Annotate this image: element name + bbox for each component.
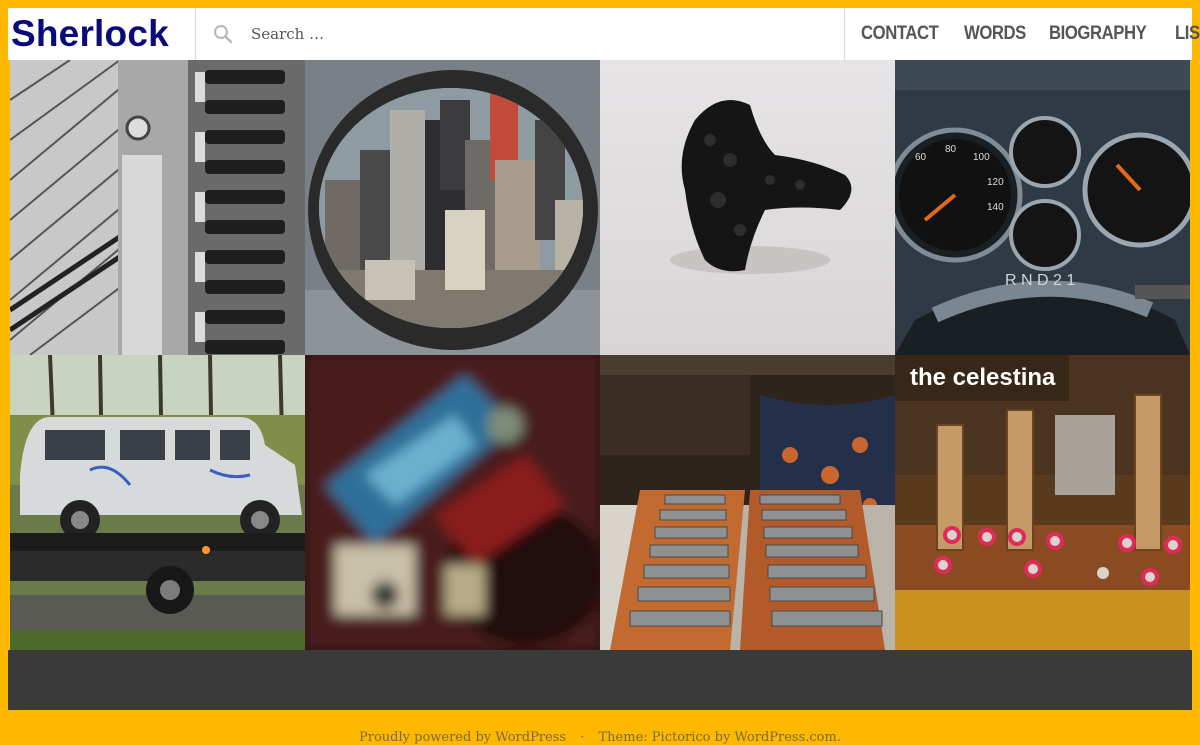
svg-text:60: 60	[915, 152, 927, 163]
search-input[interactable]	[249, 24, 813, 44]
search-icon[interactable]	[213, 24, 233, 44]
theme-credit-link[interactable]: Theme: Pictorico by WordPress.com.	[599, 730, 841, 745]
gallery-tile-city-porthole[interactable]	[305, 60, 600, 355]
svg-text:R N D 2 1: R N D 2 1	[1005, 272, 1075, 289]
gallery-tile-dashboard[interactable]: 60 80 100 120 140 R N D 2 1	[895, 60, 1190, 355]
svg-text:140: 140	[987, 202, 1004, 213]
svg-text:80: 80	[945, 144, 957, 155]
gallery-tile-celestina[interactable]: the celestina	[895, 355, 1190, 650]
site-footer: Proudly powered by WordPress · Theme: Pi…	[8, 730, 1192, 745]
site-branding: Sherlock	[8, 8, 196, 60]
gallery-grid: 60 80 100 120 140 R N D 2 1 the celestin…	[10, 60, 1190, 650]
black-object-image	[600, 60, 895, 355]
footer-band	[8, 650, 1192, 710]
powered-by-link[interactable]: Proudly powered by WordPress	[359, 730, 566, 745]
site-title-link[interactable]: Sherlock	[11, 13, 169, 55]
van-image	[10, 355, 305, 650]
electronics-image	[305, 355, 600, 650]
piano-dampers-image	[10, 60, 305, 355]
gallery-tile-piano-dampers[interactable]	[10, 60, 305, 355]
nav-listen[interactable]: LISTEN	[1175, 23, 1200, 45]
gallery-tile-van[interactable]	[10, 355, 305, 650]
city-porthole-image	[305, 60, 600, 355]
svg-text:120: 120	[987, 177, 1004, 188]
nav-contact[interactable]: CONTACT	[861, 23, 939, 45]
page: Sherlock CONTACT WORDS BIOGRAPHY LISTEN	[8, 8, 1200, 745]
gallery-tile-metallophone[interactable]	[600, 355, 895, 650]
gallery-tile-electronics[interactable]	[305, 355, 600, 650]
dashboard-image: 60 80 100 120 140 R N D 2 1	[895, 60, 1190, 355]
metallophone-image	[600, 355, 895, 650]
main-nav: CONTACT WORDS BIOGRAPHY LISTEN	[846, 8, 1200, 60]
tile-caption: the celestina	[895, 355, 1070, 401]
footer-separator: ·	[580, 730, 585, 745]
site-header: Sherlock CONTACT WORDS BIOGRAPHY LISTEN	[8, 8, 1200, 60]
search-bar	[197, 8, 845, 60]
nav-biography[interactable]: BIOGRAPHY	[1049, 23, 1147, 45]
svg-text:100: 100	[973, 152, 990, 163]
gallery-tile-black-object[interactable]	[600, 60, 895, 355]
nav-words[interactable]: WORDS	[964, 23, 1026, 45]
